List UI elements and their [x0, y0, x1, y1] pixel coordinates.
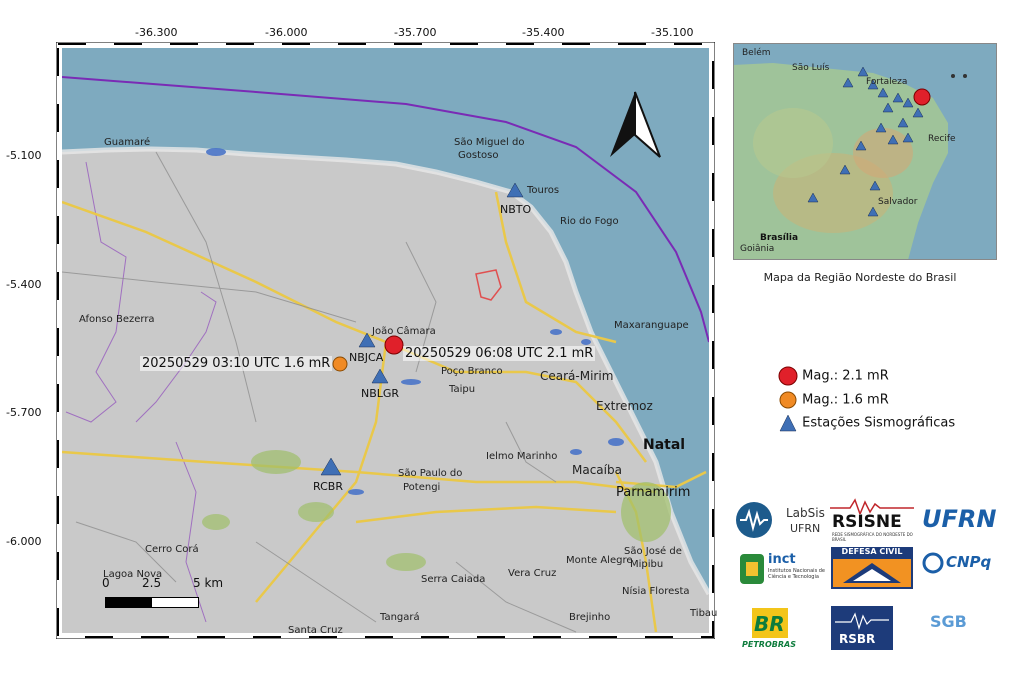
- place-label: São José de: [624, 546, 682, 557]
- place-label: São Miguel do: [454, 137, 525, 148]
- legend-item: Mag.: 1.6 mR: [778, 390, 889, 410]
- station-label: RCBR: [313, 480, 343, 493]
- scale-bar: [105, 597, 199, 608]
- place-label: Monte Alegre: [566, 555, 633, 566]
- legend-label: Mag.: 1.6 mR: [802, 392, 889, 408]
- lon-tick-label: -35.700: [394, 26, 437, 39]
- place-label: Santa Cruz: [288, 625, 343, 636]
- legend-item: Estações Sismográficas: [778, 413, 955, 433]
- rsbr-logo: RSBR: [831, 606, 893, 650]
- lon-tick-label: -36.000: [265, 26, 308, 39]
- station-label: NBTO: [500, 203, 532, 216]
- blue-triangle-icon: [779, 414, 797, 432]
- place-label: Rio do Fogo: [560, 216, 619, 227]
- sgb-logo: SGB: [930, 612, 967, 631]
- ufrn-logo: UFRN: [922, 505, 997, 533]
- scale-label: 2.5: [142, 576, 162, 590]
- lat-tick-label: -5.700: [6, 406, 42, 419]
- lat-tick-label: -5.100: [6, 149, 42, 162]
- place-label: Parnamirim: [616, 485, 691, 500]
- inset-place-label: São Luís: [792, 63, 830, 73]
- scale-label: 5 km: [193, 576, 224, 590]
- station-label: NBJCA: [349, 351, 384, 364]
- place-label: Taipu: [449, 384, 476, 395]
- rsisne-logo: RSISNE REDE SISMOGRÁFICA DO NORDESTE DO …: [830, 498, 914, 544]
- place-label: Tangará: [380, 612, 420, 623]
- place-label: São Paulo do: [398, 468, 463, 479]
- place-label: Extremoz: [596, 399, 653, 413]
- event-label: 20250529 06:08 UTC 2.1 mR: [403, 346, 596, 361]
- place-label: Brejinho: [569, 612, 611, 623]
- place-label: Serra Caiada: [421, 574, 486, 585]
- place-label: Vera Cruz: [508, 568, 557, 579]
- inset-map[interactable]: [733, 43, 997, 260]
- legend-label: Mag.: 2.1 mR: [802, 368, 889, 384]
- place-label: Ceará-Mirim: [540, 369, 614, 383]
- event-label: 20250529 03:10 UTC 1.6 mR: [140, 356, 333, 371]
- inset-place-label: Brasília: [760, 233, 799, 243]
- place-label: Mipibu: [630, 559, 664, 570]
- lon-tick-label: -36.300: [135, 26, 178, 39]
- lon-tick-label: -35.100: [651, 26, 694, 39]
- inct-logo: inct Institutos Nacionais de Ciência e T…: [740, 552, 828, 588]
- inset-place-label: Salvador: [878, 197, 918, 207]
- inset-caption: Mapa da Região Nordeste do Brasil: [763, 271, 957, 284]
- cnpq-logo: CNPq: [922, 552, 1012, 588]
- place-label: Tibau: [690, 608, 718, 619]
- inset-place-label: Fortaleza: [866, 77, 908, 87]
- place-label: Touros: [527, 185, 560, 196]
- place-label: Maxaranguape: [614, 320, 689, 331]
- lat-tick-label: -5.400: [6, 278, 42, 291]
- place-label: Macaíba: [572, 463, 622, 477]
- inset-place-label: Belém: [742, 48, 771, 58]
- place-label: João Câmara: [372, 326, 436, 337]
- lat-tick-label: -6.000: [6, 535, 42, 548]
- inset-place-label: Recife: [928, 134, 956, 144]
- place-label: Gostoso: [458, 150, 499, 161]
- place-label: Ielmo Marinho: [486, 451, 558, 462]
- petrobras-logo: BR PETROBRAS: [742, 608, 802, 652]
- place-label: Afonso Bezerra: [79, 314, 155, 325]
- place-label: Nísia Floresta: [622, 586, 690, 597]
- inset-place-label: Goiânia: [740, 244, 775, 254]
- defesa-civil-logo: DEFESA CIVIL: [831, 547, 913, 589]
- orange-circle-icon: [779, 391, 797, 409]
- place-label: Poço Branco: [441, 366, 503, 377]
- place-label: Natal: [643, 437, 686, 453]
- place-label: Guamaré: [104, 137, 151, 148]
- red-circle-icon: [778, 366, 798, 386]
- station-label: NBLGR: [361, 387, 400, 400]
- place-label: Potengi: [403, 482, 441, 493]
- labsis-logo: LabSis UFRN: [734, 500, 830, 540]
- legend-item: Mag.: 2.1 mR: [778, 366, 889, 386]
- lon-tick-label: -35.400: [522, 26, 565, 39]
- legend-label: Estações Sismográficas: [802, 415, 956, 431]
- scale-label: 0: [102, 576, 110, 590]
- place-label: Cerro Corá: [145, 544, 199, 555]
